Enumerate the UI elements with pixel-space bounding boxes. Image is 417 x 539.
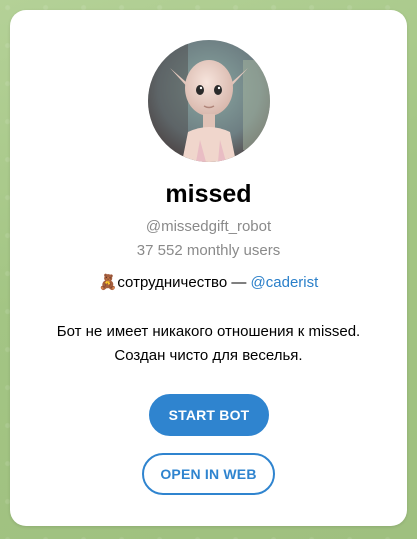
description-line-1: Бот не имеет никакого отношения к missed… [56, 323, 361, 340]
avatar-image [148, 40, 270, 162]
collaboration-text: сотрудничество — [117, 274, 251, 291]
bot-username: @missedgift_robot [145, 218, 272, 235]
open-in-web-button[interactable]: OPEN IN WEB [142, 453, 275, 495]
teddy-bear-icon: 🧸 [98, 274, 118, 291]
bot-description: Бот не имеет никакого отношения к missed… [30, 320, 387, 368]
bot-profile-card: missed @missedgift_robot 37 552 monthly … [10, 10, 407, 526]
caderist-link[interactable]: @caderist [251, 274, 319, 291]
start-bot-button[interactable]: START BOT [149, 394, 269, 436]
bot-avatar [148, 40, 270, 162]
collaboration-line: 🧸сотрудничество — @caderist [10, 273, 407, 291]
monthly-users-count: 37 552 monthly users [136, 242, 281, 259]
bot-name: missed [165, 180, 252, 208]
description-line-2: Создан чисто для веселья. [114, 347, 303, 364]
